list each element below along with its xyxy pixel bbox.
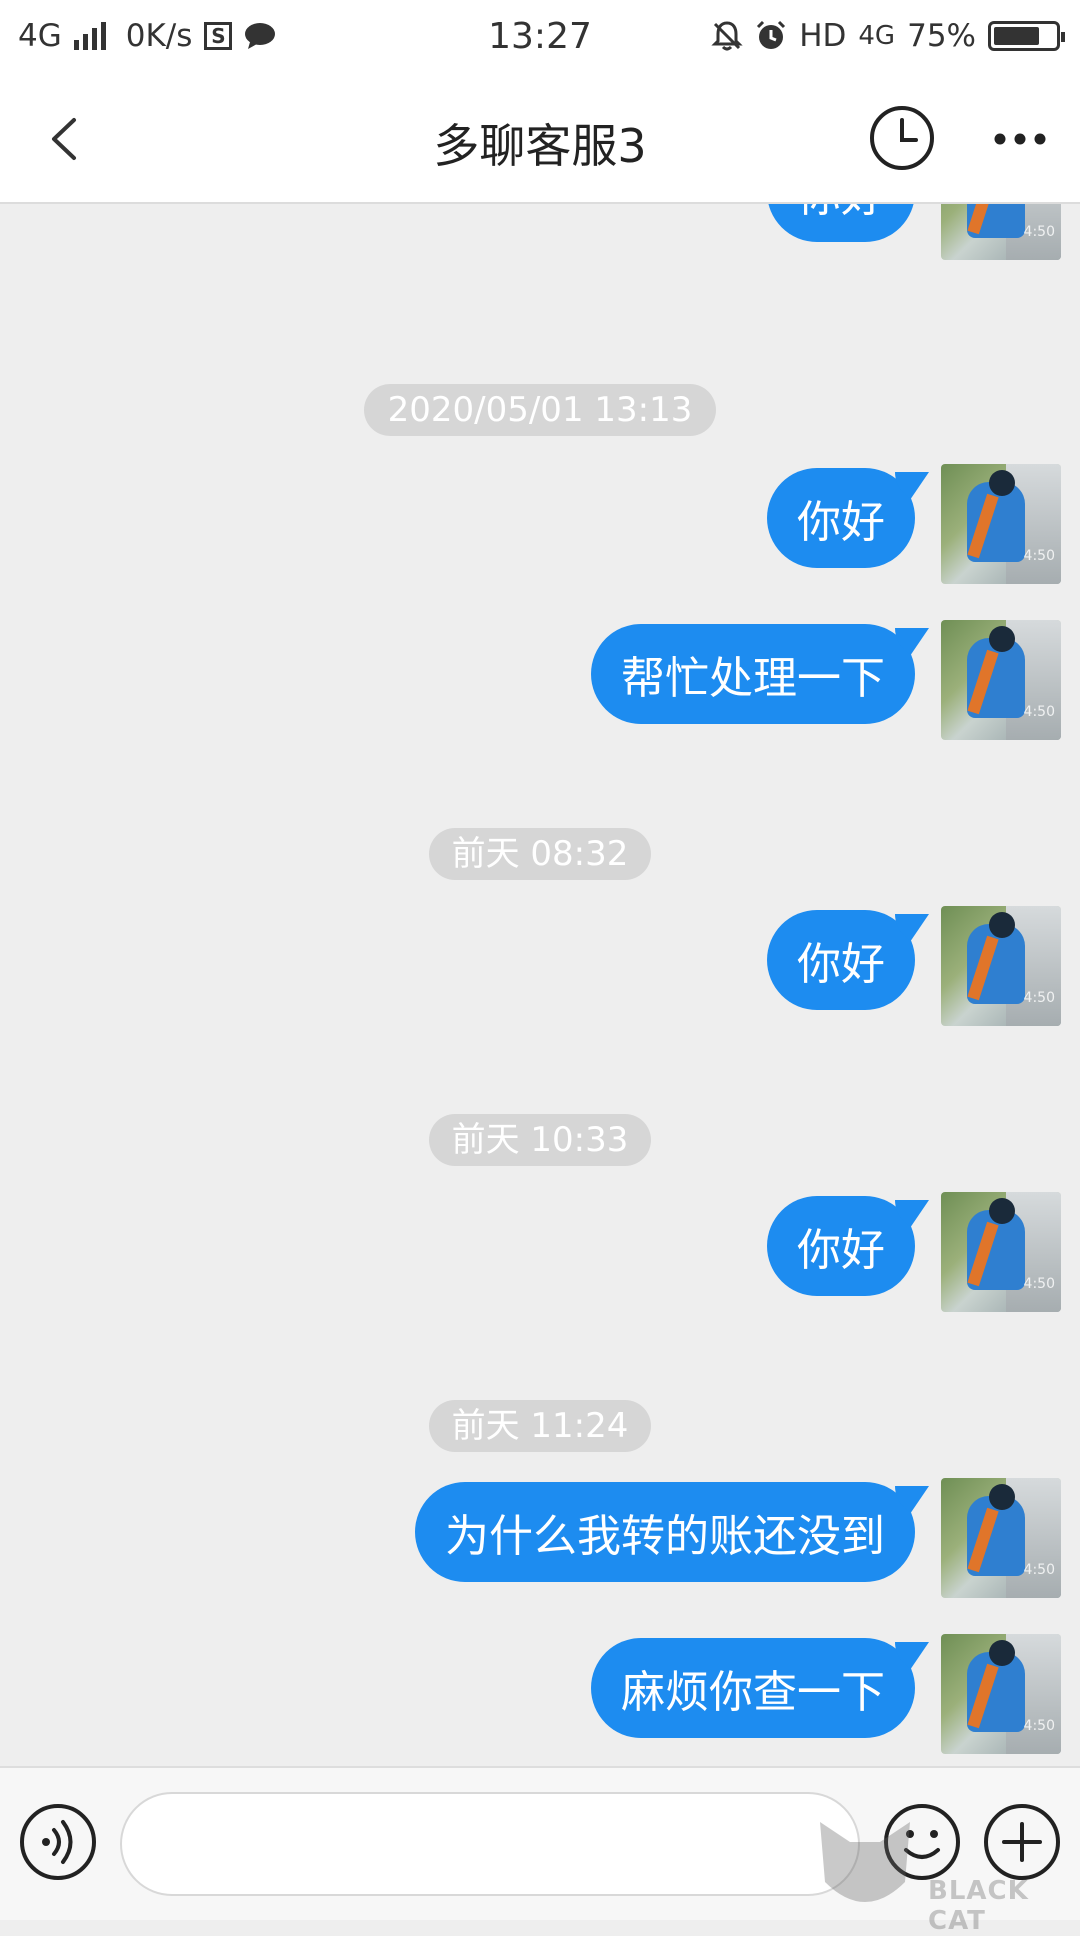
timestamp: 前天 11:24 [429,1400,651,1452]
mute-bell-icon [711,21,743,51]
more-options-icon[interactable] [990,114,1050,164]
status-right: HD 4G 75% [711,18,1065,54]
message-input[interactable] [120,1792,860,1896]
message-row: 4:50 你好 [0,462,1080,592]
black-cat-logo-icon [820,1822,910,1902]
watermark-text: BLACK CAT [928,1876,1029,1936]
message-row: 4:50 帮忙处理一下 [0,618,1080,748]
user-avatar[interactable]: 4:50 [941,1634,1061,1754]
message-row: 4:50 麻烦你查一下 [0,1632,1080,1762]
user-avatar[interactable]: 4:50 [941,906,1061,1026]
history-clock-icon[interactable] [868,104,936,172]
message-bubble[interactable]: 你好 [767,204,915,242]
battery-icon [988,21,1065,51]
message-bubble[interactable]: 帮忙处理一下 [591,624,929,724]
input-bar: BLACK CAT [0,1766,1080,1936]
user-avatar[interactable]: 4:50 [941,620,1061,740]
message-bubble[interactable]: 你好 [767,910,929,1010]
watermark: BLACK CAT [810,1812,1080,1936]
timestamp: 前天 10:33 [429,1114,651,1166]
message-row: 4:50 你好 [0,904,1080,1034]
message-bubble[interactable]: 麻烦你查一下 [591,1638,929,1738]
timestamp: 2020/05/01 13:13 [364,384,716,436]
chat-header: 多聊客服3 [0,76,1080,204]
user-avatar[interactable]: 4:50 [941,464,1061,584]
message-bubble[interactable]: 为什么我转的账还没到 [415,1482,929,1582]
message-row: 4:50 为什么我转的账还没到 [0,1476,1080,1606]
timestamp: 前天 08:32 [429,828,651,880]
user-avatar[interactable]: 4:50 [941,1478,1061,1598]
alarm-icon [757,20,786,49]
user-avatar[interactable]: 4:50 [941,204,1061,260]
message-bubble[interactable]: 你好 [767,1196,929,1296]
battery-text: 75% [907,18,976,54]
voice-input-icon[interactable] [18,1802,98,1882]
message-row: 4:50 你好 [0,1190,1080,1320]
hd-label: HD [799,18,847,54]
status-bar: 4G 0K/s S 13:27 HD 4G 75% [0,0,1080,76]
message-row: 4:50 你好 [0,204,1080,280]
chat-message-list[interactable]: 4:50 你好 2020/05/01 13:13 4:50 你好 4:50 帮忙… [0,204,1080,1766]
network-type-right: 4G [858,21,896,51]
message-bubble[interactable]: 你好 [767,468,929,568]
user-avatar[interactable]: 4:50 [941,1192,1061,1312]
